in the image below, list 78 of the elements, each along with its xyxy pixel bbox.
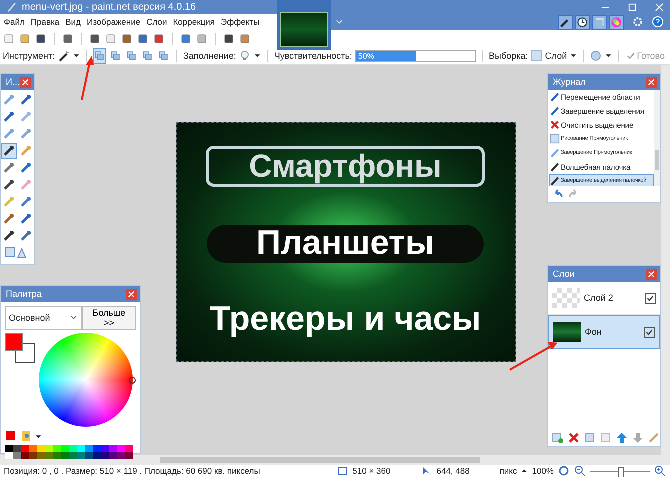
banner-text: Смартфоны [206, 146, 485, 188]
color-wheel-icon[interactable] [609, 14, 624, 30]
help-icon[interactable] [652, 16, 664, 28]
layer-name: Фон [585, 327, 603, 337]
caret-icon[interactable] [254, 52, 262, 59]
panel-title: И... [6, 77, 20, 87]
add-layer-icon[interactable] [552, 432, 564, 444]
arrow-up-icon[interactable] [616, 432, 628, 444]
panel-title: Палитра [6, 289, 42, 299]
selection-mode-icon[interactable] [93, 48, 106, 64]
menu-item[interactable]: Правка [30, 17, 60, 27]
layer-row[interactable]: Фон [548, 315, 660, 349]
selection-dropdown[interactable]: Слой [531, 50, 568, 61]
image-size-icon [336, 465, 349, 477]
chevron-down-icon[interactable] [335, 18, 344, 26]
zoom-level[interactable]: 100% [532, 466, 554, 476]
primary-secondary-colors[interactable] [5, 333, 35, 363]
sensitivity-label: Чувствительность: [274, 50, 352, 60]
menu-item[interactable]: Вид [66, 17, 82, 27]
close-button[interactable] [646, 268, 657, 280]
panel-title: Слои [553, 269, 575, 279]
magic-wand-icon[interactable] [1, 143, 17, 159]
banner-text: Трекеры и часы [210, 300, 482, 338]
cursor-position: 644, 488 [436, 466, 470, 476]
selection-label: Выборка: [489, 50, 528, 60]
palette-mode-dropdown[interactable]: Основной [5, 306, 82, 330]
layer-thumbnail [552, 288, 580, 308]
menu-item[interactable]: Эффекты [221, 17, 260, 27]
gear-icon[interactable] [632, 16, 644, 28]
units-dropdown[interactable]: пикс [500, 466, 518, 476]
chevron-down-icon [70, 314, 78, 322]
annotation-arrow [510, 342, 558, 371]
caret-icon[interactable] [73, 52, 80, 59]
maximize-icon[interactable] [628, 2, 637, 12]
image-size: 510 × 360 [352, 466, 391, 476]
close-button[interactable] [20, 76, 31, 88]
layer-thumbnail [553, 322, 581, 342]
fit-window-icon[interactable] [558, 465, 570, 477]
vertical-scrollbar[interactable] [661, 65, 670, 455]
visibility-checkbox[interactable] [645, 292, 656, 304]
menu-item[interactable]: Коррекция [173, 17, 216, 27]
checkmark-icon [627, 52, 636, 60]
more-button[interactable]: Больше >> [82, 306, 136, 330]
caret-icon[interactable] [35, 432, 42, 440]
visibility-checkbox[interactable] [644, 326, 655, 338]
close-icon[interactable] [655, 2, 664, 12]
clock-icon[interactable] [575, 14, 590, 30]
banner-text: Планшеты [206, 225, 484, 263]
delete-icon[interactable] [568, 432, 580, 444]
cross-icon [550, 120, 560, 130]
image-tab-thumbnail[interactable] [277, 0, 331, 50]
duplicate-layer-icon[interactable] [584, 432, 596, 444]
menu-item[interactable]: Изображение [87, 17, 141, 27]
magic-wand-icon[interactable] [58, 50, 70, 62]
history-scrollbar[interactable] [654, 90, 660, 186]
close-button[interactable] [646, 76, 657, 88]
close-button[interactable] [126, 288, 137, 300]
zoom-slider-thumb[interactable] [618, 466, 624, 477]
selection-info: Позиция: 0 , 0 . Размер: 510 × 119 . Площадь: 60 690 кв. пикселы [4, 466, 260, 476]
zoom-out-icon[interactable] [574, 465, 586, 477]
panel-title: Журнал [553, 77, 586, 87]
arrow-down-icon[interactable] [632, 432, 644, 444]
caret-icon[interactable] [570, 52, 578, 59]
menu-item[interactable]: Файл [4, 17, 25, 27]
window-title: menu-vert.jpg - paint.net версия 4.0.16 [22, 2, 196, 12]
caret-icon[interactable] [521, 468, 528, 474]
menu-item[interactable]: Слои [146, 17, 168, 27]
zoom-in-icon[interactable] [654, 465, 666, 477]
rectangle-icon [550, 134, 560, 144]
color-swatches[interactable] [5, 445, 136, 459]
fill-label: Заполнение: [183, 50, 236, 60]
tool-label: Инструмент: [3, 50, 56, 60]
horizontal-scrollbar[interactable] [0, 455, 670, 465]
palette-icon[interactable] [20, 430, 32, 442]
caret-icon[interactable] [605, 52, 612, 59]
color-swatch-icon[interactable] [5, 430, 17, 442]
annotation-arrow [81, 56, 94, 100]
layer-name: Слой 2 [584, 293, 614, 303]
